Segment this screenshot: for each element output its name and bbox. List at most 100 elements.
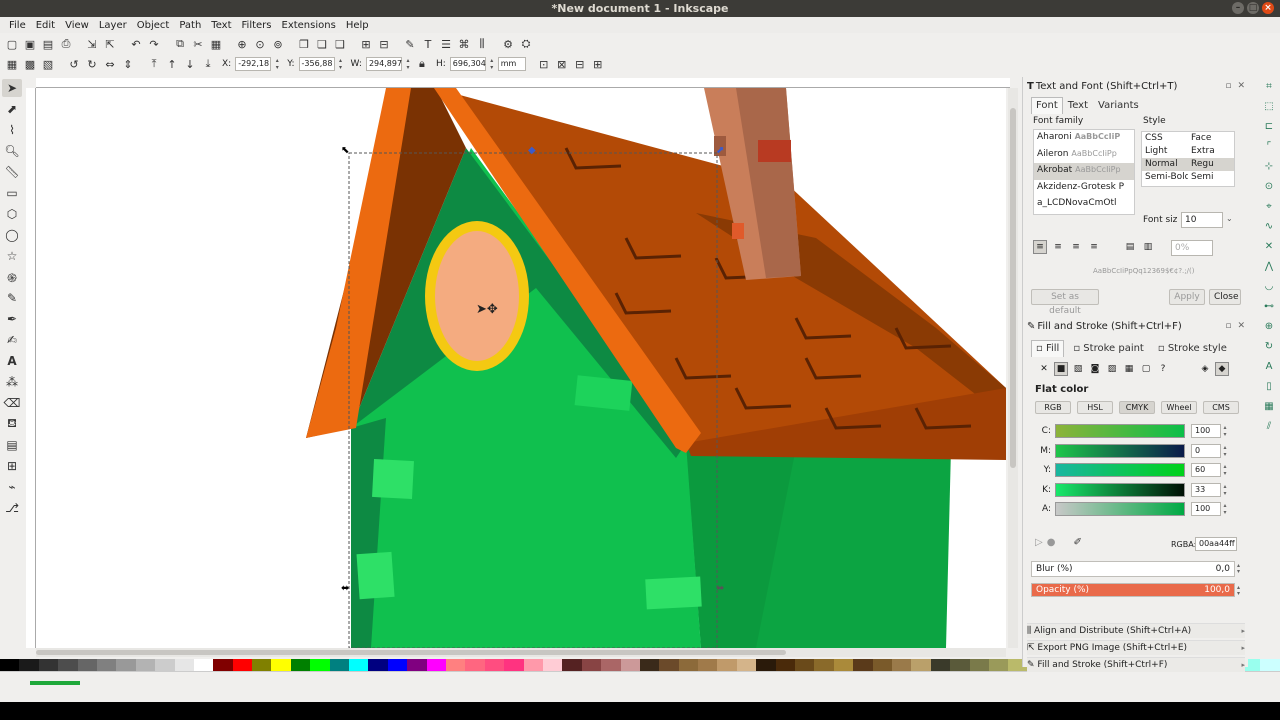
redo-icon[interactable]: ↷	[146, 36, 162, 52]
mode-hsl[interactable]: HSL	[1077, 401, 1113, 414]
channel-slider[interactable]	[1055, 502, 1185, 516]
fill-stroke-dialog-icon[interactable]: ✎	[402, 36, 418, 52]
tweak-tool-icon[interactable]: ⌇	[2, 121, 22, 139]
menu-path[interactable]: Path	[174, 20, 206, 31]
channel-slider[interactable]	[1055, 463, 1185, 477]
color-swatch[interactable]	[116, 659, 136, 671]
color-swatch[interactable]	[833, 659, 854, 671]
snap-bbox-corner-icon[interactable]: ⌜	[1260, 139, 1278, 155]
ungroup-icon[interactable]: ⊟	[376, 36, 392, 52]
tab-stroke-style[interactable]: ▫ Stroke style	[1153, 340, 1232, 357]
unit-select[interactable]: mm	[497, 57, 526, 71]
node-tool-icon[interactable]: ⬈	[2, 100, 22, 118]
scale-corners-icon[interactable]: ⊠	[554, 56, 570, 72]
close-window-button[interactable]: ×	[1262, 2, 1274, 14]
align-right-icon[interactable]: ≡	[1069, 240, 1083, 254]
dock-close-icon[interactable]: ✕	[1237, 81, 1245, 91]
save-icon[interactable]: ▤	[40, 36, 56, 52]
text-font-dock-header[interactable]: T Text and Font (Shift+Ctrl+T) ▫ ✕	[1027, 79, 1245, 93]
tab-font[interactable]: Font	[1031, 97, 1063, 114]
color-swatch[interactable]	[213, 659, 233, 671]
rotate-ccw-icon[interactable]: ↺	[66, 56, 82, 72]
tab-fill[interactable]: ▫ Fill	[1031, 340, 1065, 357]
channel-value-input[interactable]: 100	[1191, 424, 1221, 438]
snap-grid-icon[interactable]: ▦	[1260, 399, 1278, 415]
zoom-selection-icon[interactable]: ⊕	[234, 36, 250, 52]
color-swatch[interactable]	[407, 659, 427, 671]
swatch-icon[interactable]: ▢	[1139, 362, 1153, 376]
set-default-button[interactable]: Set as default	[1031, 289, 1099, 316]
house-drawing[interactable]: ⬉ ⬌ ⬌ ⬈ ◆ ➤✥	[36, 88, 1006, 648]
text-dialog-icon[interactable]: T	[420, 36, 436, 52]
export-icon[interactable]: ⇱	[102, 36, 118, 52]
text-tool-icon[interactable]: A	[2, 352, 22, 370]
menu-extensions[interactable]: Extensions	[277, 20, 341, 31]
tab-variants[interactable]: Variants	[1093, 97, 1144, 114]
chimney-brick[interactable]	[758, 140, 791, 162]
snap-enable-icon[interactable]: ⌗	[1260, 79, 1278, 95]
y-spinner[interactable]: ▴ ▾	[337, 57, 345, 71]
color-swatch[interactable]	[290, 659, 311, 671]
export-png-dock[interactable]: ⇱ Export PNG Image (Shift+Ctrl+E) ▸	[1027, 640, 1245, 655]
align-center-icon[interactable]: ≡	[1051, 240, 1065, 254]
snap-bbox-edge-icon[interactable]: ⊏	[1260, 119, 1278, 135]
w-spinner[interactable]: ▴ ▾	[404, 57, 412, 71]
select-all-icon[interactable]: ▦	[4, 56, 20, 72]
color-swatch[interactable]	[930, 659, 951, 671]
color-swatch[interactable]	[445, 659, 466, 671]
menu-layer[interactable]: Layer	[94, 20, 132, 31]
color-swatch[interactable]	[523, 659, 543, 671]
color-swatch[interactable]	[872, 659, 892, 671]
xml-editor-icon[interactable]: ⌘	[456, 36, 472, 52]
layers-dialog-icon[interactable]: ☰	[438, 36, 454, 52]
snap-midpoint-icon[interactable]: ⊷	[1260, 299, 1278, 315]
menu-file[interactable]: File	[4, 20, 31, 31]
mode-wheel[interactable]: Wheel	[1161, 401, 1197, 414]
snap-intersection-icon[interactable]: ✕	[1260, 239, 1278, 255]
color-swatch[interactable]	[155, 659, 175, 671]
flip-vertical-icon[interactable]: ⇕	[120, 56, 136, 72]
flat-color-icon[interactable]: ■	[1054, 362, 1068, 376]
font-list-item[interactable]: a_LCDNovaCmOtl	[1034, 196, 1134, 213]
menu-edit[interactable]: Edit	[31, 20, 60, 31]
open-icon[interactable]: ▣	[22, 36, 38, 52]
scale-handle[interactable]: ◆	[528, 145, 536, 156]
chimney-brick[interactable]	[732, 223, 744, 239]
style-item[interactable]: Light Extra	[1142, 145, 1234, 158]
color-swatch[interactable]	[581, 659, 602, 671]
color-swatch[interactable]	[19, 659, 39, 671]
color-swatch[interactable]	[891, 659, 912, 671]
minimize-button[interactable]: –	[1232, 2, 1244, 14]
close-button[interactable]: Close	[1209, 289, 1241, 305]
selector-tool-icon[interactable]: ➤	[2, 79, 22, 97]
lock-ratio-icon[interactable]: 🔒︎	[414, 56, 430, 72]
eraser-tool-icon[interactable]: ⌫	[2, 394, 22, 412]
color-swatch[interactable]	[135, 659, 156, 671]
color-swatch[interactable]	[232, 659, 253, 671]
channel-spinner[interactable]: ▴ ▾	[1221, 424, 1229, 438]
color-swatch[interactable]	[252, 659, 272, 671]
color-swatch[interactable]	[174, 659, 194, 671]
duplicate-icon[interactable]: ❐	[296, 36, 312, 52]
deselect-icon[interactable]: ▧	[40, 56, 56, 72]
new-document-icon[interactable]: ▢	[4, 36, 20, 52]
color-swatch[interactable]	[775, 659, 796, 671]
color-swatch[interactable]	[678, 659, 699, 671]
box3d-tool-icon[interactable]: ⬡	[2, 205, 22, 223]
opacity-slider[interactable]: Opacity (%) 100,0	[1031, 583, 1235, 597]
color-swatch[interactable]	[756, 659, 776, 671]
scale-handle[interactable]: ⬉	[341, 145, 349, 156]
channel-slider[interactable]	[1055, 443, 1185, 458]
menu-filters[interactable]: Filters	[237, 20, 277, 31]
paint-bucket-tool-icon[interactable]: ⛾	[2, 415, 22, 433]
color-swatch[interactable]	[659, 659, 679, 671]
copy-icon[interactable]: ⧉	[172, 36, 188, 52]
undo-icon[interactable]: ↶	[128, 36, 144, 52]
color-swatch[interactable]	[717, 659, 737, 671]
channel-slider[interactable]	[1055, 482, 1185, 497]
mesh-tool-icon[interactable]: ⊞	[2, 457, 22, 475]
snap-cusp-icon[interactable]: ⋀	[1260, 259, 1278, 275]
channel-spinner[interactable]: ▴ ▾	[1221, 444, 1229, 458]
align-justify-icon[interactable]: ≡	[1087, 240, 1101, 254]
color-swatch[interactable]	[58, 659, 78, 671]
